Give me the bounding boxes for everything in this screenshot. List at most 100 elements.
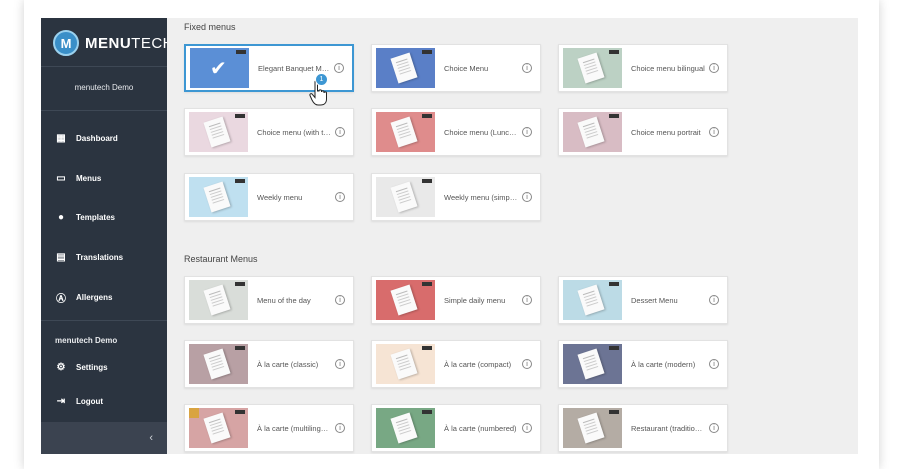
menu-paper-icon — [390, 116, 418, 148]
menu-template-card[interactable]: Weekly menu (simple) i — [371, 173, 541, 221]
menu-template-card[interactable]: À la carte (numbered) i — [371, 404, 541, 452]
info-icon[interactable]: i — [335, 127, 345, 137]
sidebar-item-label: Settings — [76, 362, 108, 372]
menu-paper-icon — [203, 284, 231, 316]
account-name: menutech Demo — [74, 83, 134, 92]
menu-template-card[interactable]: À la carte (modern) i — [558, 340, 728, 388]
info-icon[interactable]: i — [522, 295, 532, 305]
allergen-icon: Ⓐ — [56, 293, 66, 305]
template-thumbnail — [376, 408, 435, 448]
template-thumbnail — [189, 344, 248, 384]
sidebar-item-label: Translations — [76, 252, 124, 262]
flag-icon — [609, 282, 619, 286]
info-icon[interactable]: i — [522, 192, 532, 202]
template-thumbnail — [376, 280, 435, 320]
menu-template-card[interactable]: Choice menu portrait i — [558, 108, 728, 156]
translate-icon: ▤ — [56, 251, 66, 263]
template-label: Elegant Banquet Me... — [258, 63, 330, 73]
template-thumbnail — [376, 112, 435, 152]
sidebar-item-label: Menus — [76, 173, 102, 183]
info-icon[interactable]: i — [709, 63, 719, 73]
flag-icon — [235, 410, 245, 414]
sidebar-item-translations[interactable]: ▤ Translations — [55, 247, 160, 267]
menu-template-card[interactable]: Choice Menu i — [371, 44, 541, 92]
info-icon[interactable]: i — [709, 127, 719, 137]
collapse-sidebar-button[interactable]: ‹ — [41, 422, 167, 454]
info-icon[interactable]: i — [522, 359, 532, 369]
flag-icon — [235, 179, 245, 183]
template-label: À la carte (compact) — [444, 359, 512, 369]
sidebar-item-allergens[interactable]: Ⓐ Allergens — [55, 287, 160, 307]
menu-paper-icon — [390, 52, 418, 84]
section-title-restaurant: Restaurant Menus — [184, 254, 258, 264]
info-icon[interactable]: i — [335, 192, 345, 202]
sidebar-item-menus[interactable]: ▭ Menus — [55, 168, 160, 188]
flag-icon — [235, 282, 245, 286]
info-icon[interactable]: i — [709, 295, 719, 305]
sidebar-item-label: Dashboard — [76, 133, 118, 143]
palette-icon: ● — [57, 211, 65, 223]
sidebar-divider — [41, 110, 167, 111]
info-icon[interactable]: i — [335, 359, 345, 369]
template-label: Choice menu portrait — [631, 127, 701, 137]
sidebar-divider — [41, 66, 167, 67]
flag-icon — [236, 50, 246, 54]
menu-paper-icon — [577, 284, 605, 316]
menu-template-card[interactable]: Choice menu (with titl... i — [184, 108, 354, 156]
menu-template-card[interactable]: À la carte (classic) i — [184, 340, 354, 388]
template-label: Simple daily menu — [444, 295, 506, 305]
flag-icon — [422, 410, 432, 414]
sidebar-item-settings[interactable]: ⚙ Settings — [55, 357, 160, 377]
template-label: À la carte (numbered) — [444, 423, 517, 433]
menu-template-card[interactable]: Dessert Menu i — [558, 276, 728, 324]
menu-paper-icon — [390, 181, 418, 213]
template-label: Restaurant (traditional) — [631, 423, 705, 433]
sidebar-item-logout[interactable]: ⇥ Logout — [55, 391, 160, 411]
flag-icon — [422, 346, 432, 350]
menu-template-card[interactable]: Restaurant (traditional) i — [558, 404, 728, 452]
flag-icon — [422, 282, 432, 286]
ribbon-icon — [189, 408, 199, 418]
template-label: Choice menu (Lunch-... — [444, 127, 518, 137]
template-label: À la carte (classic) — [257, 359, 319, 369]
flag-icon — [422, 50, 432, 54]
menu-template-card[interactable]: À la carte (multilingual) i — [184, 404, 354, 452]
menu-template-card[interactable]: À la carte (compact) i — [371, 340, 541, 388]
menu-template-card[interactable]: Simple daily menu i — [371, 276, 541, 324]
menu-template-card[interactable]: Weekly menu i — [184, 173, 354, 221]
template-label: Choice menu (with titl... — [257, 127, 331, 137]
info-icon[interactable]: i — [334, 63, 344, 73]
menu-template-card[interactable]: Menu of the day i — [184, 276, 354, 324]
menu-paper-icon — [203, 348, 231, 380]
template-thumbnail — [189, 408, 248, 448]
info-icon[interactable]: i — [709, 423, 719, 433]
main-content: Fixed menus Restaurant Menus ✔ Elegant Ba… — [167, 18, 858, 454]
info-icon[interactable]: i — [522, 127, 532, 137]
template-label: À la carte (modern) — [631, 359, 696, 369]
logo-text: MENUTECH — [85, 35, 174, 52]
menu-template-card[interactable]: Choice menu (Lunch-... i — [371, 108, 541, 156]
sidebar-item-templates[interactable]: ● Templates — [55, 207, 160, 227]
sidebar-item-dashboard[interactable]: ▦ Dashboard — [55, 128, 160, 148]
info-icon[interactable]: i — [335, 423, 345, 433]
menu-template-card[interactable]: Choice menu bilingual i — [558, 44, 728, 92]
template-thumbnail — [189, 177, 248, 217]
logo-text-bold: MENU — [85, 34, 132, 52]
info-icon[interactable]: i — [335, 295, 345, 305]
logo-badge: M — [53, 30, 79, 56]
info-icon[interactable]: i — [522, 423, 532, 433]
template-label: Menu of the day — [257, 295, 311, 305]
user-name: menutech Demo — [55, 336, 118, 345]
sidebar-divider — [41, 320, 167, 321]
menu-paper-icon — [203, 412, 231, 444]
template-thumbnail — [563, 48, 622, 88]
info-icon[interactable]: i — [709, 359, 719, 369]
logo[interactable]: M MENUTECH — [53, 28, 174, 58]
sidebar-item-label: Templates — [76, 212, 115, 222]
template-thumbnail — [189, 112, 248, 152]
info-icon[interactable]: i — [522, 63, 532, 73]
template-label: Choice Menu — [444, 63, 489, 73]
template-thumbnail — [376, 177, 435, 217]
template-thumbnail — [376, 344, 435, 384]
sidebar-item-label: Allergens — [76, 292, 113, 302]
